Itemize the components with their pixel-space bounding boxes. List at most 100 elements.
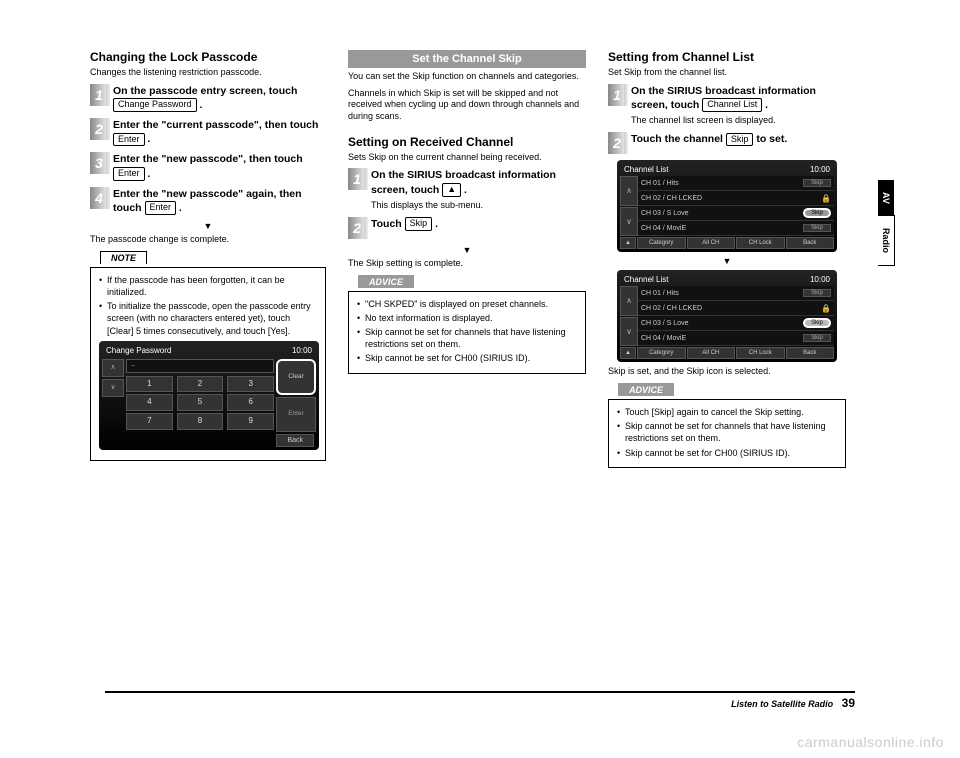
channel-list-button[interactable]: Channel List: [702, 98, 762, 112]
step-text: Touch Skip .: [371, 217, 438, 231]
advice-label: ADVICE: [358, 275, 414, 288]
skip-chip: Skip: [803, 289, 831, 297]
channel-text: CH 04 / MoviE: [641, 335, 791, 342]
channel-text: CH 01 / Hits: [641, 290, 791, 297]
key-2: 2: [177, 376, 224, 393]
bottom-bar-button: CH Lock: [736, 347, 785, 359]
step-1: 1 On the SIRIUS broadcast information sc…: [348, 168, 586, 210]
key-4: 4: [126, 394, 173, 411]
column-2: Set the Channel Skip You can set the Ski…: [348, 50, 586, 468]
advice-item: Skip cannot be set for CH00 (SIRIUS ID).: [617, 447, 837, 459]
channel-text: CH 03 / S Love: [641, 320, 791, 327]
channel-row: CH 01 / Hits Skip: [638, 286, 834, 301]
step-text: On the passcode entry screen, touch Chan…: [113, 84, 326, 112]
step-3: 3 Enter the "new passcode", then touch E…: [90, 152, 326, 180]
skip-chip: Skip: [803, 334, 831, 342]
channel-text: CH 03 / S Love: [641, 210, 791, 217]
subhead: Set Skip from the channel list.: [608, 67, 846, 79]
tab-av: AV: [878, 180, 894, 216]
bottom-bar-button: Back: [786, 347, 835, 359]
step-subtext: This displays the sub-menu.: [371, 199, 586, 211]
step-text: On the SIRIUS broadcast information scre…: [631, 84, 846, 126]
advice-box: Touch [Skip] again to cancel the Skip se…: [608, 399, 846, 468]
bottom-bar-button: ▲: [620, 347, 636, 359]
channel-text: CH 01 / Hits: [641, 180, 791, 187]
step-text: Touch the channel Skip to set.: [631, 132, 787, 146]
note-item: If the passcode has been forgotten, it c…: [99, 274, 317, 298]
enter-button-dim: Enter: [276, 397, 316, 432]
screenshot-channel-list-2: Channel List 10:00 ∧ ∨ CH 01 / HitsSkipC…: [617, 270, 837, 362]
bottom-bar-button: ▲: [620, 237, 636, 249]
channel-text: CH 02 / CH LCKED: [641, 195, 821, 202]
bottom-bar-button: Back: [786, 237, 835, 249]
channel-text: CH 04 / MoviE: [641, 225, 791, 232]
up-triangle-button[interactable]: ▲: [442, 183, 461, 197]
up-arrow-icon: ∧: [620, 176, 638, 206]
change-password-button[interactable]: Change Password: [113, 98, 197, 112]
subhead-change-passcode: Changes the listening restriction passco…: [90, 67, 326, 79]
enter-button[interactable]: Enter: [145, 201, 177, 215]
step-number-icon: 2: [90, 118, 108, 140]
channel-row: CH 04 / MoviE Skip: [638, 221, 834, 236]
result-text: Skip is set, and the Skip icon is select…: [608, 366, 846, 376]
key-8: 8: [177, 413, 224, 430]
bottom-bar-button: CH Lock: [736, 237, 785, 249]
lock-icon: 🔒: [821, 304, 831, 313]
lock-icon: 🔒: [821, 194, 831, 203]
step-4: 4 Enter the "new passcode" again, then t…: [90, 187, 326, 215]
watermark: carmanualsonline.info: [797, 734, 944, 750]
key-7: 7: [126, 413, 173, 430]
advice-item: No text information is displayed.: [357, 312, 577, 324]
skip-chip: Skip: [803, 208, 831, 218]
advice-item: Skip cannot be set for channels that hav…: [357, 326, 577, 350]
column-1: Changing the Lock Passcode Changes the l…: [90, 50, 326, 468]
clear-button-highlight: Clear: [276, 359, 316, 396]
heading-setting-received: Setting on Received Channel: [348, 135, 586, 149]
skip-chip: Skip: [803, 179, 831, 187]
screen-title: Change Password: [106, 346, 171, 357]
tab-radio: Radio: [878, 215, 895, 266]
back-button: Back: [276, 434, 314, 447]
advice-item: Skip cannot be set for CH00 (SIRIUS ID).: [357, 352, 577, 364]
heading-change-passcode: Changing the Lock Passcode: [90, 50, 326, 64]
passcode-input: –: [126, 359, 274, 373]
down-arrow-icon: ∨: [102, 379, 124, 397]
channel-row: CH 03 / S LoveSkip: [638, 316, 834, 331]
step-text: On the SIRIUS broadcast information scre…: [371, 168, 586, 210]
step-text: Enter the "current passcode", then touch…: [113, 118, 326, 146]
skip-button[interactable]: Skip: [726, 133, 754, 147]
advice-item: Touch [Skip] again to cancel the Skip se…: [617, 406, 837, 418]
enter-button[interactable]: Enter: [113, 167, 145, 181]
channel-row: CH 02 / CH LCKED🔒: [638, 301, 834, 316]
channel-row: CH 04 / MoviE Skip: [638, 331, 834, 346]
enter-button[interactable]: Enter: [113, 133, 145, 147]
channel-text: CH 02 / CH LCKED: [641, 305, 821, 312]
page-footer: Listen to Satellite Radio 39: [105, 691, 855, 710]
step-number-icon: 1: [608, 84, 626, 106]
skip-button[interactable]: Skip: [405, 217, 433, 231]
advice-label: ADVICE: [618, 383, 674, 396]
step-number-icon: 3: [90, 152, 108, 174]
step-number-icon: 4: [90, 187, 108, 209]
bottom-bar-button: Category: [637, 347, 686, 359]
step-subtext: The channel list screen is displayed.: [631, 114, 846, 126]
up-arrow-icon: ∧: [620, 286, 638, 316]
channel-row: CH 03 / S Love Skip: [638, 206, 834, 221]
down-arrow-icon: ▼: [90, 221, 326, 231]
step-1: 1 On the SIRIUS broadcast information sc…: [608, 84, 846, 126]
screen-title: Channel List: [624, 165, 668, 174]
step-1: 1 On the passcode entry screen, touch Ch…: [90, 84, 326, 112]
skip-chip: Skip: [803, 224, 831, 232]
down-arrow-icon: ∨: [620, 317, 638, 347]
key-6: 6: [227, 394, 274, 411]
step-2: 2 Enter the "current passcode", then tou…: [90, 118, 326, 146]
step-number-icon: 1: [90, 84, 108, 106]
advice-box: "CH SKPED" is displayed on preset channe…: [348, 291, 586, 374]
screen-time: 10:00: [810, 165, 830, 174]
section-bar: Set the Channel Skip: [348, 50, 586, 68]
result-text: The Skip setting is complete.: [348, 258, 586, 268]
step-number-icon: 2: [348, 217, 366, 239]
up-arrow-icon: ∧: [102, 359, 124, 377]
step-2: 2 Touch Skip .: [348, 217, 586, 239]
step-number-icon: 1: [348, 168, 366, 190]
